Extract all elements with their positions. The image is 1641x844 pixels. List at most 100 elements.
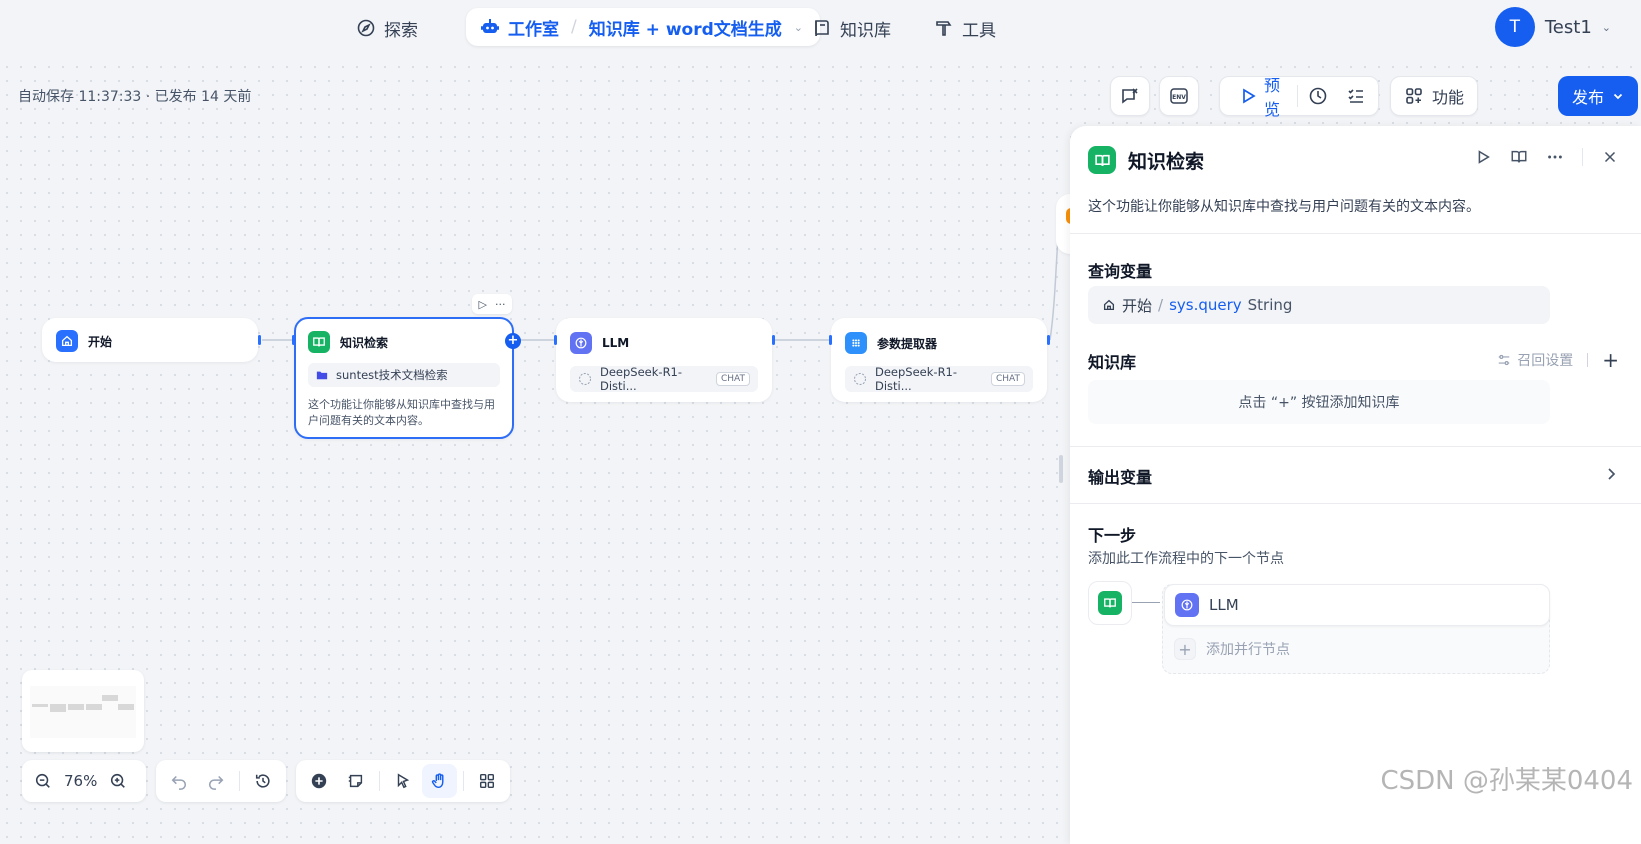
folder-icon [316, 369, 328, 381]
target-handle[interactable] [829, 335, 832, 345]
divider [1582, 148, 1583, 166]
divider [378, 771, 380, 791]
add-node-plus-icon[interactable]: + [505, 333, 521, 349]
node-title: 知识检索 [340, 335, 389, 350]
divider [1587, 353, 1589, 367]
watermark: CSDN @孙某某0404 [1380, 766, 1633, 796]
history-controls [156, 760, 286, 802]
recall-settings-label: 召回设置 [1517, 353, 1574, 369]
zoom-in-button[interactable] [103, 764, 133, 798]
divider [1070, 503, 1641, 504]
redo-button[interactable] [198, 764, 232, 798]
divider [462, 771, 464, 791]
query-variable-name: sys.query [1169, 296, 1242, 314]
source-handle[interactable] [1047, 335, 1050, 345]
query-variable-type: String [1247, 296, 1293, 314]
node-parameter-extractor[interactable]: 参数提取器 DeepSeek-R1-Disti... CHAT [831, 318, 1047, 402]
model-name: DeepSeek-R1-Disti... [600, 365, 683, 393]
model-name: DeepSeek-R1-Disti... [875, 365, 958, 393]
model-pill: DeepSeek-R1-Disti... CHAT [570, 365, 758, 393]
node-start[interactable]: 开始 [42, 318, 258, 362]
add-node-button[interactable] [302, 764, 336, 798]
knowledge-base-title: 知识库 [1088, 353, 1137, 372]
book-open-icon [1088, 146, 1116, 174]
divider [1070, 233, 1641, 234]
node-llm[interactable]: LLM DeepSeek-R1-Disti... CHAT [556, 318, 772, 402]
node-knowledge-retrieval[interactable]: 知识检索 suntest技术文档检索 这个功能让你能够从知识库中查找与用户问题有… [294, 317, 514, 439]
zoom-level[interactable]: 76% [60, 772, 101, 790]
add-parallel-label: 添加并行节点 [1206, 642, 1290, 658]
history-icon [254, 772, 272, 790]
add-note-button[interactable] [338, 764, 372, 798]
node-header: 知识检索 [308, 331, 388, 353]
node-title: 开始 [88, 334, 113, 349]
undo-icon [170, 772, 188, 790]
node-header: 参数提取器 [845, 332, 937, 354]
grid-dots-icon [845, 332, 867, 354]
redo-icon [207, 772, 225, 790]
panel-resize-handle[interactable] [1059, 455, 1063, 483]
next-step-title: 下一步 [1088, 526, 1137, 545]
node-header: 开始 [56, 330, 112, 352]
node-settings-panel: 知识检索 这个功能让你能够从知识库中查找与用户问题有关的文本内容。 查询变量 开… [1070, 126, 1641, 844]
minimap[interactable] [22, 670, 144, 752]
sticky-note-icon [347, 772, 365, 790]
cursor-icon [394, 772, 412, 790]
target-handle[interactable] [292, 335, 295, 345]
model-cube-icon [578, 372, 592, 386]
model-mode-badge: CHAT [715, 372, 750, 386]
next-node-llm[interactable]: LLM [1164, 584, 1550, 626]
node-description: 这个功能让你能够从知识库中查找与用户问题有关的文本内容。 [308, 398, 495, 427]
divider [1070, 446, 1641, 447]
panel-title[interactable]: 知识检索 [1128, 147, 1204, 174]
play-icon[interactable]: ▷ [479, 298, 487, 311]
model-mode-badge: CHAT [990, 372, 1025, 386]
next-step-description: 添加此工作流程中的下一个节点 [1088, 551, 1284, 567]
book-open-icon [308, 331, 330, 353]
panel-actions [1474, 148, 1619, 166]
panel-header: 知识检索 [1088, 146, 1204, 174]
next-step-connector [1132, 602, 1160, 603]
minimap-viewport [30, 686, 136, 738]
close-icon[interactable] [1601, 148, 1619, 166]
more-icon[interactable]: ··· [495, 298, 506, 311]
add-knowledge-plus-icon[interactable]: + [1602, 348, 1619, 372]
knowledge-base-actions: 召回设置 + [1497, 348, 1619, 372]
zoom-out-button[interactable] [28, 764, 58, 798]
book-open-icon [1098, 591, 1122, 615]
hand-mode-button[interactable] [422, 764, 457, 798]
pointer-mode-button[interactable] [386, 764, 420, 798]
divider [238, 771, 240, 791]
canvas-tools [296, 760, 510, 802]
recall-settings-button[interactable]: 召回设置 [1497, 350, 1573, 370]
organize-layout-button[interactable] [470, 764, 504, 798]
add-parallel-node-button[interactable]: + 添加并行节点 [1174, 638, 1290, 660]
source-handle[interactable] [772, 335, 775, 345]
node-title: LLM [602, 336, 630, 350]
sliders-icon [1497, 353, 1511, 367]
run-node-button[interactable] [1474, 148, 1492, 166]
zoom-controls: 76% [22, 760, 146, 802]
layout-grid-icon [478, 772, 496, 790]
docs-button[interactable] [1510, 148, 1528, 166]
more-icon[interactable] [1546, 148, 1564, 166]
knowledge-base-empty-state: 点击 “+” 按钮添加知识库 [1088, 380, 1550, 424]
output-variables-title[interactable]: 输出变量 [1088, 464, 1152, 488]
llm-icon [570, 332, 592, 354]
chevron-right-icon[interactable] [1603, 466, 1619, 482]
panel-description[interactable]: 这个功能让你能够从知识库中查找与用户问题有关的文本内容。 [1088, 196, 1480, 216]
llm-icon [1175, 593, 1199, 617]
zoom-in-icon [109, 772, 127, 790]
query-variable-selector[interactable]: 开始 / sys.query String [1088, 286, 1550, 324]
next-node-name: LLM [1209, 596, 1239, 614]
source-handle[interactable] [258, 335, 261, 345]
undo-button[interactable] [162, 764, 196, 798]
plus-icon: + [1174, 638, 1196, 660]
model-cube-icon [853, 372, 867, 386]
node-title: 参数提取器 [877, 336, 938, 351]
target-handle[interactable] [554, 335, 557, 345]
path-separator: / [1158, 296, 1164, 314]
query-node-name: 开始 [1122, 296, 1153, 315]
home-icon [56, 330, 78, 352]
version-history-button[interactable] [246, 764, 280, 798]
